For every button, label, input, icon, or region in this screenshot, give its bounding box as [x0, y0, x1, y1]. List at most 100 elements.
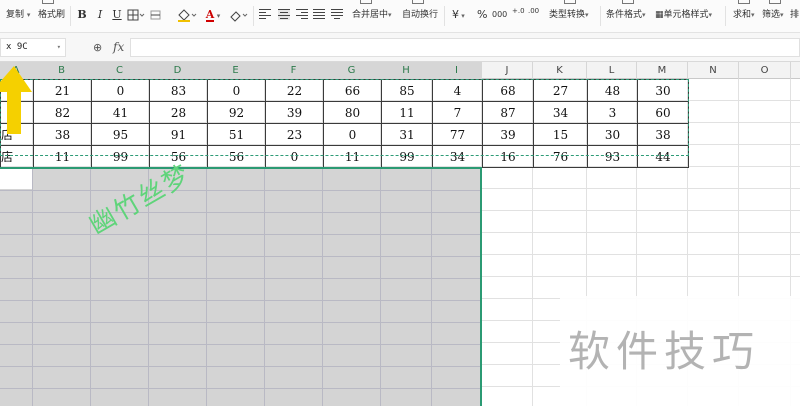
table-cell[interactable]: 38: [33, 123, 92, 146]
table-cell[interactable]: 83: [149, 79, 208, 102]
table-cell[interactable]: 48: [587, 79, 638, 102]
table-cell[interactable]: 85: [381, 79, 433, 102]
table-cell[interactable]: 0: [265, 145, 324, 168]
zoom-icon[interactable]: ⊕: [93, 41, 102, 54]
table-cell[interactable]: 80: [323, 101, 382, 124]
table-cell[interactable]: 0: [323, 123, 382, 146]
table-cell[interactable]: 4: [432, 79, 483, 102]
type-convert-button[interactable]: 类型转换▾: [549, 8, 589, 22]
table-cell[interactable]: 51: [207, 123, 266, 146]
chevron-down-icon[interactable]: ▾: [57, 39, 61, 56]
table-cell[interactable]: 16: [482, 145, 534, 168]
currency-format-button[interactable]: ¥ ▾: [452, 8, 465, 23]
column-header-j[interactable]: J: [482, 62, 533, 79]
name-box[interactable]: x 9C ▾: [0, 38, 66, 57]
column-header-e[interactable]: E: [207, 62, 265, 79]
strikethrough-button[interactable]: [150, 8, 162, 22]
active-cell[interactable]: [0, 169, 32, 189]
table-cell[interactable]: 41: [91, 101, 150, 124]
table-cell[interactable]: 99: [91, 145, 150, 168]
table-cell[interactable]: 68: [482, 79, 534, 102]
align-right-icon[interactable]: [296, 9, 308, 20]
table-cell[interactable]: 39: [482, 123, 534, 146]
table-cell[interactable]: 31: [381, 123, 433, 146]
table-cell[interactable]: 76: [533, 145, 588, 168]
column-header-f[interactable]: F: [265, 62, 323, 79]
table-cell[interactable]: 28: [149, 101, 208, 124]
column-header-o[interactable]: O: [739, 62, 791, 79]
copy-button[interactable]: 复制 ▾: [6, 8, 30, 22]
borders-button[interactable]: [127, 8, 145, 22]
table-cell[interactable]: 60: [637, 101, 689, 124]
wrap-text-button[interactable]: 自动换行: [402, 8, 438, 22]
column-header-k[interactable]: K: [533, 62, 587, 79]
table-cell[interactable]: 27: [533, 79, 588, 102]
table-cell[interactable]: 91: [149, 123, 208, 146]
sum-button[interactable]: 求和▾: [733, 8, 755, 22]
table-cell[interactable]: 44: [637, 145, 689, 168]
conditional-format-button[interactable]: 条件格式▾: [606, 8, 646, 22]
table-cell[interactable]: 39: [265, 101, 324, 124]
font-color-button[interactable]: A ▾: [203, 8, 223, 22]
column-header-d[interactable]: D: [149, 62, 207, 79]
table-cell[interactable]: 92: [207, 101, 266, 124]
table-cell[interactable]: 30: [637, 79, 689, 102]
row-label-cell[interactable]: 店: [0, 145, 34, 168]
table-cell[interactable]: 3: [587, 101, 638, 124]
table-cell[interactable]: 99: [381, 145, 433, 168]
column-header-m[interactable]: M: [637, 62, 688, 79]
column-header-i[interactable]: I: [432, 62, 482, 79]
table-cell[interactable]: 77: [432, 123, 483, 146]
table-cell[interactable]: 7: [432, 101, 483, 124]
table-cell[interactable]: 11: [323, 145, 382, 168]
formula-input[interactable]: [130, 38, 800, 57]
table-cell[interactable]: 93: [587, 145, 638, 168]
distributed-icon[interactable]: [331, 9, 343, 20]
table-cell[interactable]: 21: [33, 79, 92, 102]
italic-button[interactable]: I: [94, 8, 106, 22]
column-header-g[interactable]: G: [323, 62, 381, 79]
table-cell[interactable]: 0: [91, 79, 150, 102]
table-cell[interactable]: 87: [482, 101, 534, 124]
fill-color-button[interactable]: [176, 8, 198, 22]
column-header-h[interactable]: H: [381, 62, 432, 79]
decrease-decimal-button[interactable]: .00: [528, 8, 539, 15]
table-cell[interactable]: 15: [533, 123, 588, 146]
column-header-c[interactable]: C: [91, 62, 149, 79]
fx-icon[interactable]: fx: [113, 40, 124, 54]
underline-button[interactable]: U: [111, 8, 123, 22]
sum-top-icon: [738, 0, 750, 4]
align-center-icon[interactable]: [278, 9, 290, 20]
format-painter-button[interactable]: 格式刷: [38, 8, 65, 22]
thousands-button[interactable]: 000: [492, 8, 507, 22]
table-cell[interactable]: 34: [533, 101, 588, 124]
table-row: 82 41 28 92 39 80 11 7 87 34 3 60: [0, 101, 689, 124]
table-cell[interactable]: 38: [637, 123, 689, 146]
column-header-l[interactable]: L: [587, 62, 637, 79]
filter-button[interactable]: 筛选▾: [762, 8, 784, 22]
column-header-n[interactable]: N: [688, 62, 739, 79]
table-cell[interactable]: 66: [323, 79, 382, 102]
column-header-b[interactable]: B: [33, 62, 91, 79]
table-cell[interactable]: 23: [265, 123, 324, 146]
justify-icon[interactable]: [313, 9, 325, 20]
increase-decimal-button[interactable]: +.0: [512, 8, 525, 15]
merge-center-button[interactable]: 合并居中▾: [352, 8, 392, 22]
clear-button[interactable]: [228, 8, 250, 22]
table-cell[interactable]: 82: [33, 101, 92, 124]
chevron-down-icon[interactable]: ▾: [27, 11, 31, 19]
cell-style-button[interactable]: ▦单元格样式▾: [655, 8, 712, 22]
align-left-icon[interactable]: [259, 9, 271, 20]
table-cell[interactable]: 95: [91, 123, 150, 146]
table-cell[interactable]: 11: [381, 101, 433, 124]
selected-range[interactable]: [0, 167, 482, 406]
table-cell[interactable]: 56: [207, 145, 266, 168]
percent-button[interactable]: %: [477, 8, 487, 22]
table-cell[interactable]: 0: [207, 79, 266, 102]
bold-button[interactable]: B: [76, 8, 88, 22]
table-cell[interactable]: 11: [33, 145, 92, 168]
table-cell[interactable]: 30: [587, 123, 638, 146]
sort-button[interactable]: 排: [790, 8, 799, 22]
table-cell[interactable]: 22: [265, 79, 324, 102]
table-cell[interactable]: 34: [432, 145, 483, 168]
